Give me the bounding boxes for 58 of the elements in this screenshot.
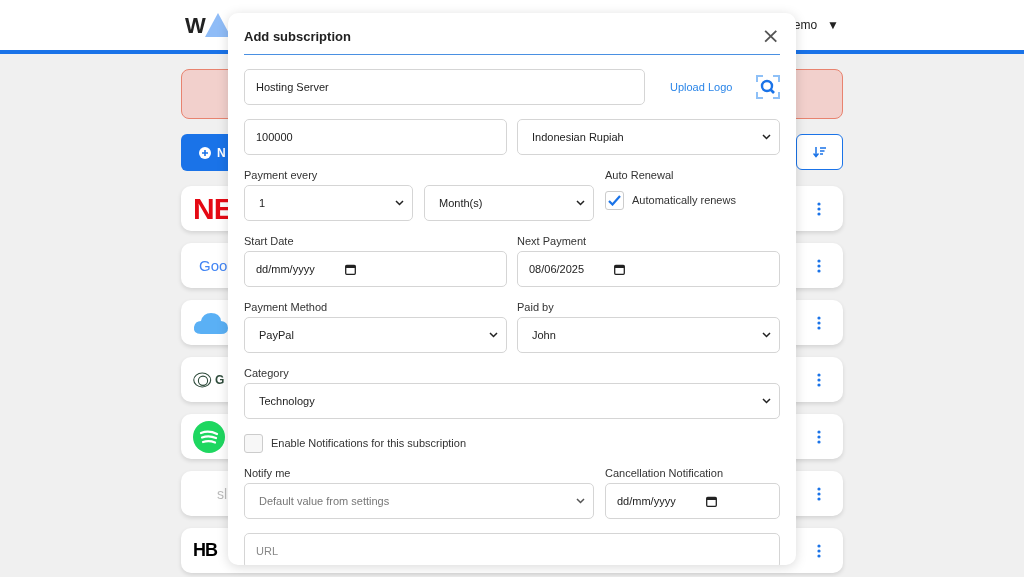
sound-waves-icon bbox=[193, 420, 225, 453]
field-label: Payment every bbox=[244, 169, 319, 182]
price-field[interactable]: 100000 bbox=[244, 119, 507, 155]
more-options-icon[interactable] bbox=[817, 429, 821, 444]
chevron-down-icon bbox=[762, 134, 771, 140]
name-field[interactable]: Hosting Server bbox=[244, 69, 645, 105]
interval-unit-select[interactable]: Month(s) bbox=[424, 185, 594, 221]
field-label: Notify me bbox=[244, 467, 292, 480]
sort-icon bbox=[812, 146, 827, 158]
logo-wordmark: Goo bbox=[199, 257, 228, 274]
checkbox[interactable] bbox=[605, 190, 624, 210]
logo-letter: W bbox=[185, 13, 206, 39]
field-label: Paid by bbox=[517, 301, 555, 314]
chevron-down-icon bbox=[395, 200, 404, 206]
interval-count-select[interactable]: 1 bbox=[244, 185, 413, 221]
sort-button[interactable] bbox=[796, 134, 843, 170]
checkbox[interactable] bbox=[244, 433, 263, 453]
field-label: Start Date bbox=[244, 235, 295, 248]
calendar-icon bbox=[705, 495, 717, 507]
field-label: Cancellation Notification bbox=[605, 467, 724, 480]
more-options-icon[interactable] bbox=[817, 201, 821, 216]
chevron-down-icon bbox=[762, 398, 771, 404]
more-options-icon[interactable] bbox=[817, 486, 821, 501]
cloud-icon bbox=[193, 310, 229, 335]
paid-by-select[interactable]: John bbox=[517, 317, 780, 353]
chevron-down-icon bbox=[576, 200, 585, 206]
calendar-icon bbox=[614, 263, 626, 275]
field-label: Next Payment bbox=[517, 235, 588, 248]
logo-wordmark: sl bbox=[217, 485, 228, 502]
more-options-icon[interactable] bbox=[817, 315, 821, 330]
checkbox-label: Automatically renews bbox=[632, 194, 736, 206]
upload-logo-link[interactable]: Upload Logo bbox=[670, 81, 733, 93]
logo-wordmark: HB bbox=[193, 540, 217, 561]
checkbox-label: Enable Notifications for this subscription bbox=[271, 437, 467, 449]
logo-wordmark: G bbox=[215, 372, 225, 387]
chevron-down-icon bbox=[762, 332, 771, 338]
more-options-icon[interactable] bbox=[817, 372, 821, 387]
field-label: Category bbox=[244, 367, 290, 380]
search-icon[interactable] bbox=[756, 75, 780, 99]
chevron-down-icon bbox=[489, 332, 498, 338]
category-select[interactable]: Technology bbox=[244, 383, 780, 419]
currency-select[interactable]: Indonesian Rupiah bbox=[517, 119, 780, 155]
chevron-down-icon bbox=[576, 498, 585, 504]
field-label: Auto Renewal bbox=[605, 169, 675, 182]
more-options-icon[interactable] bbox=[817, 258, 821, 273]
payment-method-select[interactable]: PayPal bbox=[244, 317, 507, 353]
plus-circle-icon bbox=[199, 146, 211, 159]
field-label: Payment Method bbox=[244, 301, 329, 314]
next-payment-date-field[interactable]: 08/06/2025 bbox=[517, 251, 780, 287]
check-icon bbox=[608, 194, 621, 206]
ring-logo-icon bbox=[193, 370, 213, 389]
cancellation-date-field[interactable]: dd/mm/yyyy bbox=[605, 483, 780, 519]
calendar-icon bbox=[344, 263, 356, 275]
start-date-field[interactable]: dd/mm/yyyy bbox=[244, 251, 507, 287]
url-field[interactable]: URL bbox=[244, 533, 780, 565]
dialog-title: Add subscription bbox=[244, 29, 351, 44]
close-button[interactable]: × bbox=[759, 28, 780, 44]
more-options-icon[interactable] bbox=[817, 543, 821, 558]
